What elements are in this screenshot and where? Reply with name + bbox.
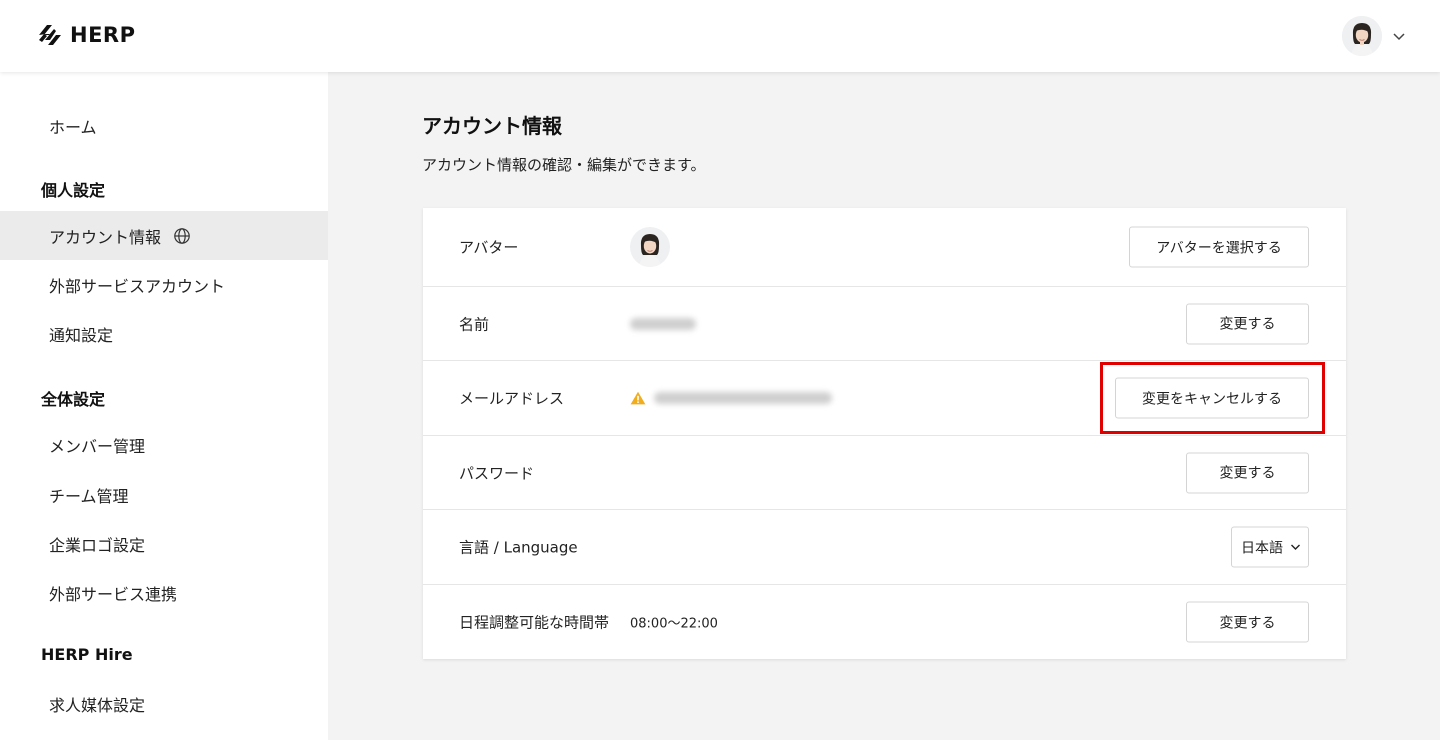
chevron-down-icon — [1291, 544, 1300, 550]
sidebar-heading-hire: HERP Hire — [41, 645, 133, 664]
schedule-label: 日程調整可能な時間帯 — [459, 613, 610, 632]
globe-icon — [174, 227, 190, 244]
cancel-email-change-button[interactable]: 変更をキャンセルする — [1115, 377, 1309, 419]
language-select[interactable]: 日本語 — [1231, 526, 1309, 568]
sidebar-item-integrations[interactable]: 外部サービス連携 — [0, 568, 328, 617]
sidebar-item-external-accounts[interactable]: 外部サービスアカウント — [0, 260, 328, 309]
change-name-button[interactable]: 変更する — [1186, 303, 1309, 344]
schedule-row: 日程調整可能な時間帯 08:00〜22:00 変更する — [423, 585, 1346, 659]
name-row: 名前 変更する — [423, 287, 1346, 361]
sidebar-item-label: ホーム — [49, 117, 97, 137]
avatar-row: アバター アバターを選択する — [423, 208, 1346, 287]
name-value-redacted — [630, 317, 696, 330]
sidebar-item-label: メンバー管理 — [49, 436, 146, 456]
sidebar-item-members[interactable]: メンバー管理 — [0, 420, 328, 469]
sidebar-item-label: 求人媒体設定 — [49, 695, 146, 715]
language-row: 言語 / Language 日本語 — [423, 510, 1346, 585]
email-value — [630, 391, 832, 405]
sidebar-item-label: アカウント情報 — [49, 227, 162, 247]
sidebar: ホーム 個人設定 アカウント情報 外部サービスアカウント 通知設定 全体設定 メ… — [0, 72, 328, 740]
account-settings-card: アバター アバターを選択する 名前 変更する メールアドレス 変更をキャンセルす… — [423, 208, 1346, 659]
password-label: パスワード — [459, 464, 535, 482]
sidebar-item-label: チーム管理 — [49, 486, 129, 506]
sidebar-item-label: 外部サービスアカウント — [49, 276, 226, 296]
name-label: 名前 — [459, 315, 490, 333]
user-menu[interactable] — [1342, 16, 1406, 56]
avatar-preview — [630, 227, 670, 267]
warning-icon — [630, 391, 646, 405]
sidebar-heading-personal: 個人設定 — [41, 181, 106, 200]
user-avatar[interactable] — [1342, 16, 1382, 56]
sidebar-item-home[interactable]: ホーム — [0, 101, 328, 150]
language-select-value: 日本語 — [1241, 540, 1283, 556]
schedule-value: 08:00〜22:00 — [630, 616, 718, 632]
select-avatar-button[interactable]: アバターを選択する — [1129, 226, 1309, 268]
sidebar-heading-global: 全体設定 — [41, 390, 106, 409]
redacted-text — [654, 392, 832, 404]
language-label: 言語 / Language — [459, 538, 578, 557]
change-schedule-button[interactable]: 変更する — [1186, 601, 1309, 643]
avatar-label: アバター — [459, 238, 519, 257]
herp-logo[interactable]: HERP — [36, 22, 135, 48]
sidebar-item-teams[interactable]: チーム管理 — [0, 470, 328, 519]
sidebar-item-notifications[interactable]: 通知設定 — [0, 309, 328, 358]
change-password-button[interactable]: 変更する — [1186, 452, 1309, 493]
sidebar-item-label: 企業ロゴ設定 — [49, 535, 146, 555]
redacted-text — [630, 317, 696, 330]
password-row: パスワード 変更する — [423, 436, 1346, 510]
sidebar-item-job-media[interactable]: 求人媒体設定 — [0, 679, 328, 728]
email-row: メールアドレス 変更をキャンセルする — [423, 361, 1346, 436]
sidebar-item-account-info[interactable]: アカウント情報 — [0, 211, 328, 260]
chevron-down-icon[interactable] — [1392, 29, 1406, 43]
logo-text: HERP — [70, 23, 136, 47]
sidebar-item-logo-settings[interactable]: 企業ロゴ設定 — [0, 519, 328, 568]
top-header: HERP — [0, 0, 1440, 72]
page-description: アカウント情報の確認・編集ができます。 — [422, 156, 706, 174]
herp-logo-icon — [39, 25, 61, 45]
sidebar-item-label: 通知設定 — [49, 325, 114, 345]
avatar-image — [630, 227, 670, 267]
email-label: メールアドレス — [459, 389, 565, 408]
sidebar-item-label: 外部サービス連携 — [49, 584, 178, 604]
page-title: アカウント情報 — [422, 114, 562, 138]
